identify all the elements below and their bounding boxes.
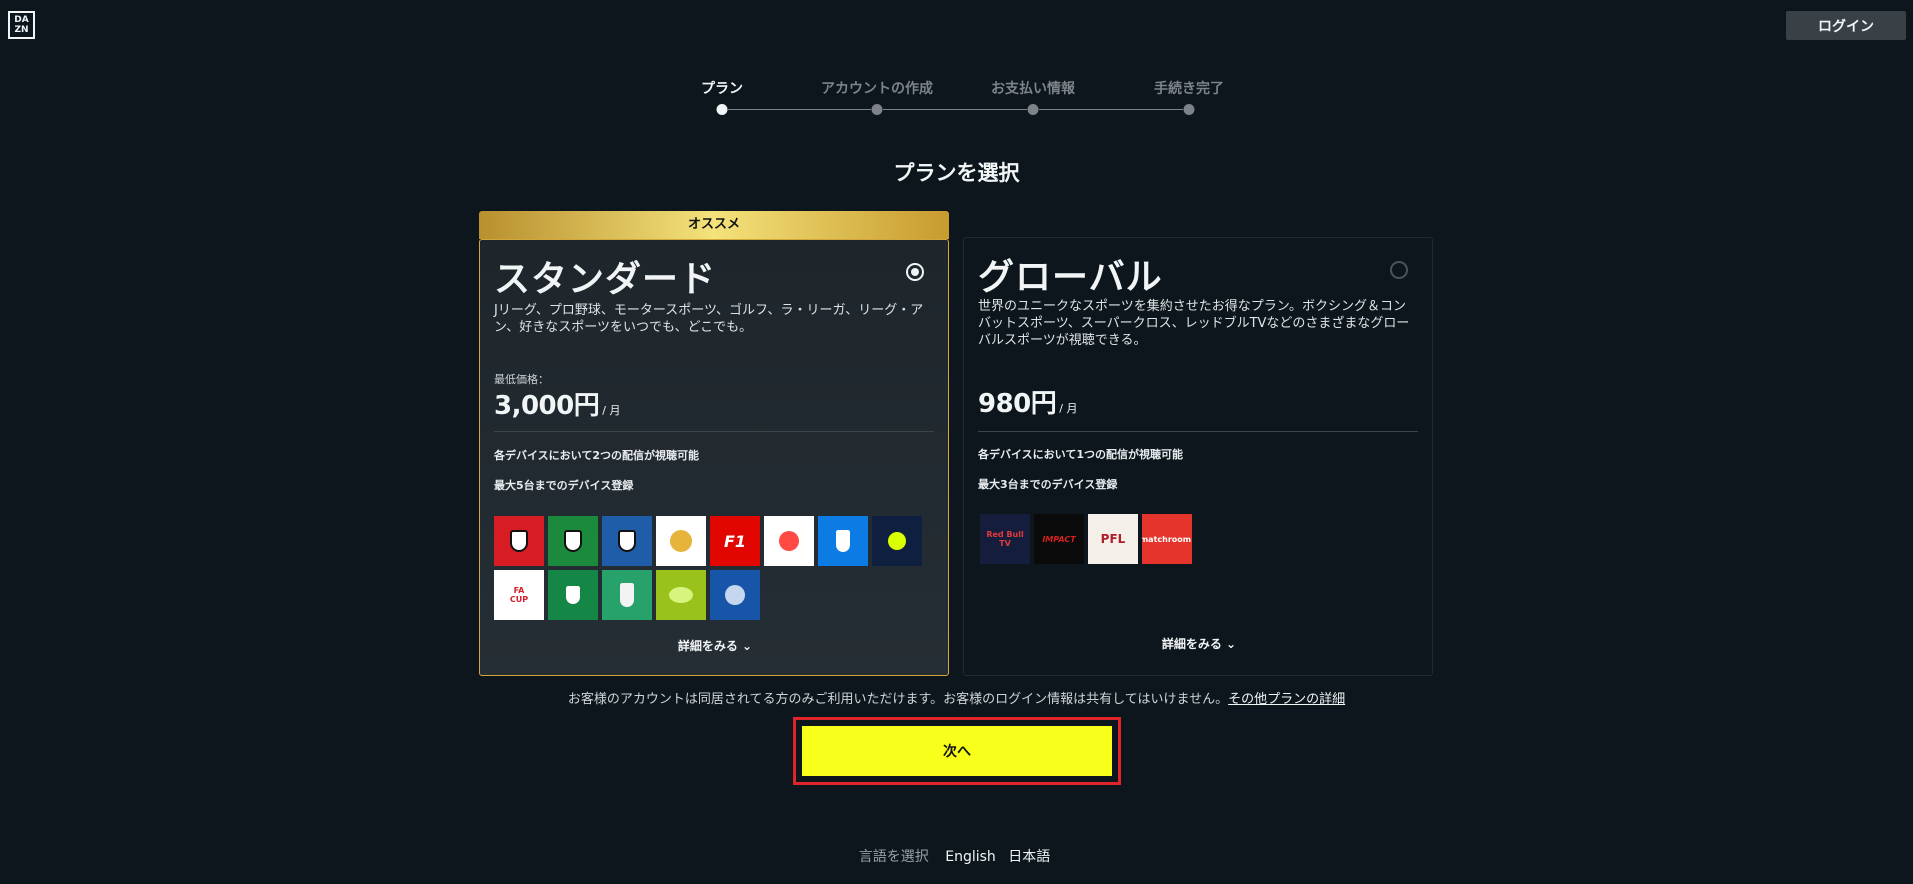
- details-link-global[interactable]: 詳細をみる ⌄: [1162, 635, 1236, 652]
- other-plans-link[interactable]: その他プランの詳細: [1228, 692, 1345, 707]
- logo-fa-cup: FA CUP: [494, 570, 544, 620]
- step-label-plan: プラン: [701, 81, 743, 97]
- price-value: 980円: [978, 389, 1057, 419]
- logo-afc-champions-league: [656, 516, 706, 566]
- logo-letters-top: DA: [14, 15, 29, 25]
- feature-streams: 各デバイスにおいて2つの配信が視聴可能: [494, 449, 699, 462]
- step-connector: [883, 109, 1027, 110]
- logo-serie-a: [818, 516, 868, 566]
- step-dot-plan: [716, 104, 728, 115]
- plan-price: 980円 / 月: [978, 383, 1077, 420]
- logo-liga-portugal: [656, 570, 706, 620]
- language-label: 言語を選択: [858, 849, 929, 865]
- plan-card-standard[interactable]: スタンダード Jリーグ、プロ野球、モータースポーツ、ゴルフ、ラ・リーガ、リーグ・…: [479, 239, 949, 676]
- price-value: 3,000円: [494, 391, 600, 421]
- language-selector: 言語を選択 English 日本語: [0, 846, 1913, 866]
- logo-carabao-cup: [548, 570, 598, 620]
- logo-f1: F1: [710, 516, 760, 566]
- step-connector: [728, 109, 871, 110]
- sport-logos: Red Bull TV IMPACT PFL matchroom.: [980, 514, 1192, 564]
- dazn-logo[interactable]: DA ZN: [8, 11, 35, 39]
- step-dot-complete: [1183, 104, 1195, 115]
- plan-name: スタンダード: [494, 259, 717, 300]
- next-button[interactable]: 次へ: [802, 726, 1112, 776]
- step-dot-account: [871, 104, 883, 115]
- note-text: お客様のアカウントは同居されてる方のみご利用いただけます。お客様のログイン情報は…: [567, 692, 1229, 707]
- logo-ligue-1: [872, 516, 922, 566]
- logo-impact: IMPACT: [1034, 514, 1084, 564]
- signup-stepper: プラン アカウントの作成 お支払い情報 手続き完了: [0, 78, 1913, 118]
- details-link-standard[interactable]: 詳細をみる ⌄: [678, 637, 752, 654]
- login-button[interactable]: ログイン: [1786, 11, 1906, 40]
- plan-description: 世界のユニークなスポーツを集約させたお得なプラン。ボクシング＆コンバットスポーツ…: [978, 299, 1410, 348]
- feature-devices: 最大5台までのデバイス登録: [494, 479, 634, 492]
- next-button-highlight: 次へ: [793, 717, 1121, 785]
- logo-laliga: [764, 516, 814, 566]
- logo-j1: [494, 516, 544, 566]
- league-logos: F1 FA CUP: [494, 516, 922, 620]
- step-connector: [1039, 109, 1183, 110]
- page-title: プランを選択: [893, 161, 1020, 185]
- logo-uefa-champions-league: [710, 570, 760, 620]
- step-label-account: アカウントの作成: [821, 81, 933, 97]
- account-sharing-note: お客様のアカウントは同居されてる方のみご利用いただけます。お客様のログイン情報は…: [0, 688, 1913, 707]
- logo-j3: [602, 516, 652, 566]
- language-option-english[interactable]: English: [945, 849, 996, 865]
- plan-radio-global[interactable]: [1390, 261, 1408, 279]
- recommended-badge: オススメ: [479, 211, 949, 239]
- step-label-complete: 手続き完了: [1154, 81, 1224, 97]
- plan-radio-standard[interactable]: [906, 263, 924, 281]
- card-divider: [978, 431, 1418, 432]
- plan-description: Jリーグ、プロ野球、モータースポーツ、ゴルフ、ラ・リーガ、リーグ・アン、好きなス…: [494, 303, 924, 335]
- logo-pfl: PFL: [1088, 514, 1138, 564]
- step-label-payment: お支払い情報: [991, 81, 1075, 97]
- logo-j2: [548, 516, 598, 566]
- card-divider: [494, 431, 934, 432]
- radio-selected-dot: [911, 268, 919, 276]
- plan-card-global[interactable]: グローバル 世界のユニークなスポーツを集約させたお得なプラン。ボクシング＆コンバ…: [963, 237, 1433, 676]
- price-period: / 月: [602, 404, 621, 417]
- feature-devices: 最大3台までのデバイス登録: [978, 478, 1118, 491]
- step-dot-payment: [1027, 104, 1039, 115]
- logo-matchroom: matchroom.: [1142, 514, 1192, 564]
- logo-red-bull-tv: Red Bull TV: [980, 514, 1030, 564]
- price-period: / 月: [1059, 402, 1078, 415]
- plan-name: グローバル: [978, 257, 1163, 298]
- logo-dfb-pokal: [602, 570, 652, 620]
- language-option-japanese[interactable]: 日本語: [1008, 849, 1050, 865]
- logo-letters-bottom: ZN: [14, 25, 29, 35]
- plan-price: 3,000円 / 月: [494, 385, 620, 422]
- feature-streams: 各デバイスにおいて1つの配信が視聴可能: [978, 448, 1183, 461]
